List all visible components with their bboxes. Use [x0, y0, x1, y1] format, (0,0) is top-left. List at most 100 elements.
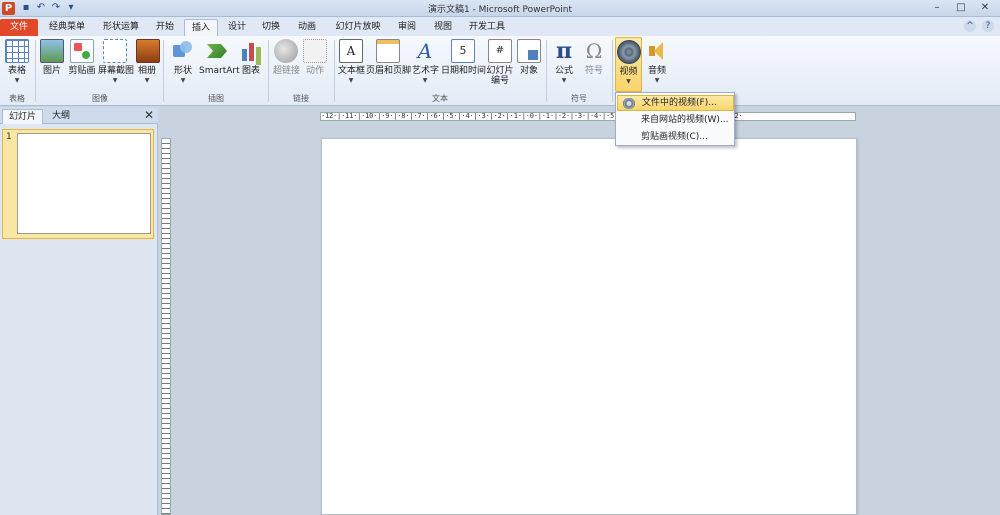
symbol-label: 符号	[584, 66, 603, 76]
wordart-label: 艺术字	[412, 66, 440, 76]
object-icon	[517, 39, 541, 63]
chevron-down-icon: ▼	[112, 77, 118, 84]
chevron-down-icon: ▼	[422, 77, 428, 84]
title-bar: P ▪ ↶ ↷ ▾ 演示文稿1 - Microsoft PowerPoint –…	[0, 0, 1000, 17]
textbox-button[interactable]: A 文本框 ▼	[338, 39, 365, 84]
slide-thumbnail[interactable]	[17, 133, 151, 234]
window-controls: – □ ✕	[926, 1, 996, 15]
film-reel-icon	[623, 98, 635, 109]
group-divider	[546, 40, 547, 102]
shapes-button[interactable]: 形状 ▼	[170, 39, 196, 84]
ribbon-options: ^ ?	[964, 20, 994, 32]
tab-outline[interactable]: 大纲	[46, 109, 76, 124]
tab-classic-menu[interactable]: 经典菜单	[42, 19, 92, 36]
maximize-button[interactable]: □	[950, 1, 972, 15]
group-divider	[612, 40, 613, 102]
tab-insert[interactable]: 插入	[184, 19, 218, 36]
tab-developer[interactable]: 开发工具	[464, 19, 510, 36]
vertical-ruler	[161, 138, 171, 515]
datetime-label: 日期和时间	[441, 66, 487, 76]
group-symbols-label: 符号	[571, 94, 587, 103]
horizontal-ruler: ·12·|·11·|·10·|·9·|·8·|·7·|·6·|·5·|·4·|·…	[320, 112, 856, 121]
menu-item-label: 来自网站的视频(W)...	[641, 115, 729, 125]
group-divider	[268, 40, 269, 102]
menu-item-video-from-website[interactable]: 来自网站的视频(W)...	[617, 112, 734, 128]
action-button: 动作	[303, 39, 327, 77]
chevron-down-icon: ▼	[654, 77, 660, 84]
photo-album-icon	[136, 39, 160, 63]
textbox-icon: A	[339, 39, 363, 63]
shapes-icon	[171, 39, 195, 63]
tab-view[interactable]: 视图	[428, 19, 458, 36]
audio-button[interactable]: 音频 ▼	[645, 39, 669, 84]
chevron-down-icon: ▼	[561, 77, 567, 84]
minimize-button[interactable]: –	[926, 1, 948, 15]
wordart-button[interactable]: A 艺术字 ▼	[412, 39, 440, 84]
shapes-label: 形状	[173, 66, 192, 76]
table-label: 表格	[7, 66, 26, 76]
tab-design[interactable]: 设计	[222, 19, 252, 36]
close-button[interactable]: ✕	[974, 1, 996, 15]
help-icon[interactable]: ?	[982, 20, 994, 32]
group-illustrations-label: 插图	[208, 94, 224, 103]
header-footer-label: 页眉和页脚	[366, 66, 412, 76]
tab-review[interactable]: 审阅	[392, 19, 422, 36]
slide-canvas[interactable]	[321, 138, 857, 515]
screenshot-button[interactable]: 屏幕截图 ▼	[98, 39, 135, 84]
close-icon[interactable]: ✕	[144, 108, 154, 122]
slides-pane: 幻灯片 大纲 ✕ 1	[0, 107, 158, 515]
slide-number-icon: #	[488, 39, 512, 63]
menu-item-clipart-video[interactable]: 剪贴画视频(C)...	[617, 129, 734, 145]
speaker-icon	[645, 39, 669, 63]
symbol-button[interactable]: Ω 符号	[582, 39, 606, 77]
tab-slideshow[interactable]: 幻灯片放映	[330, 19, 386, 36]
datetime-button[interactable]: 5 日期和时间	[441, 39, 487, 77]
table-icon	[5, 39, 29, 63]
equation-label: 公式	[554, 66, 573, 76]
clipart-button[interactable]: 剪贴画	[68, 39, 96, 77]
object-label: 对象	[519, 66, 538, 76]
tab-shape-ops[interactable]: 形状运算	[96, 19, 146, 36]
table-button[interactable]: 表格 ▼	[4, 39, 30, 84]
minimize-ribbon-icon[interactable]: ^	[964, 20, 976, 32]
tab-slides[interactable]: 幻灯片	[2, 109, 44, 124]
group-links-label: 链接	[293, 94, 309, 103]
audio-label: 音频	[647, 66, 666, 76]
hyperlink-button: 超链接	[273, 39, 301, 77]
menu-item-video-from-file[interactable]: 文件中的视频(F)...	[617, 95, 734, 111]
clipart-icon	[70, 39, 94, 63]
slide-number-button[interactable]: # 幻灯片 编号	[486, 39, 514, 86]
smartart-label: SmartArt	[199, 66, 240, 76]
tab-transitions[interactable]: 切换	[256, 19, 286, 36]
equation-button[interactable]: π 公式 ▼	[552, 39, 576, 84]
slide-number-label-2: 编号	[490, 76, 509, 86]
hyperlink-label: 超链接	[273, 66, 301, 76]
screenshot-label: 屏幕截图	[98, 66, 135, 76]
album-button[interactable]: 相册 ▼	[136, 39, 160, 84]
group-divider	[163, 40, 164, 102]
video-button[interactable]: 视频 ▼	[615, 37, 642, 92]
picture-button[interactable]: 图片	[40, 39, 64, 77]
ribbon-insert: 表格 ▼ 表格 图片 剪贴画 屏幕截图 ▼ 相册 ▼ 图像 形状 ▼ Smart…	[0, 36, 1000, 106]
horizontal-ruler-marks: ·12·|·11·|·10·|·9·|·8·|·7·|·6·|·5·|·4·|·…	[321, 113, 743, 120]
omega-icon: Ω	[585, 39, 603, 63]
group-images-label: 图像	[92, 94, 108, 103]
chevron-down-icon: ▼	[626, 78, 631, 85]
tab-animations[interactable]: 动画	[292, 19, 322, 36]
object-button[interactable]: 对象	[517, 39, 541, 77]
hyperlink-globe-icon	[274, 39, 298, 63]
picture-label: 图片	[42, 66, 61, 76]
chart-button[interactable]: 图表	[239, 39, 263, 77]
action-icon	[303, 39, 327, 63]
smartart-button[interactable]: SmartArt	[199, 39, 240, 77]
wordart-icon: A	[417, 39, 433, 63]
slide-thumbnail-selected[interactable]: 1	[2, 129, 154, 239]
tab-home[interactable]: 开始	[150, 19, 180, 36]
slides-pane-tabs: 幻灯片 大纲 ✕	[0, 107, 158, 124]
tab-file[interactable]: 文件	[0, 19, 38, 36]
group-divider	[334, 40, 335, 102]
pi-icon: π	[555, 38, 573, 64]
chevron-down-icon: ▼	[144, 77, 150, 84]
clipart-label: 剪贴画	[68, 66, 96, 76]
header-footer-button[interactable]: 页眉和页脚	[366, 39, 412, 77]
